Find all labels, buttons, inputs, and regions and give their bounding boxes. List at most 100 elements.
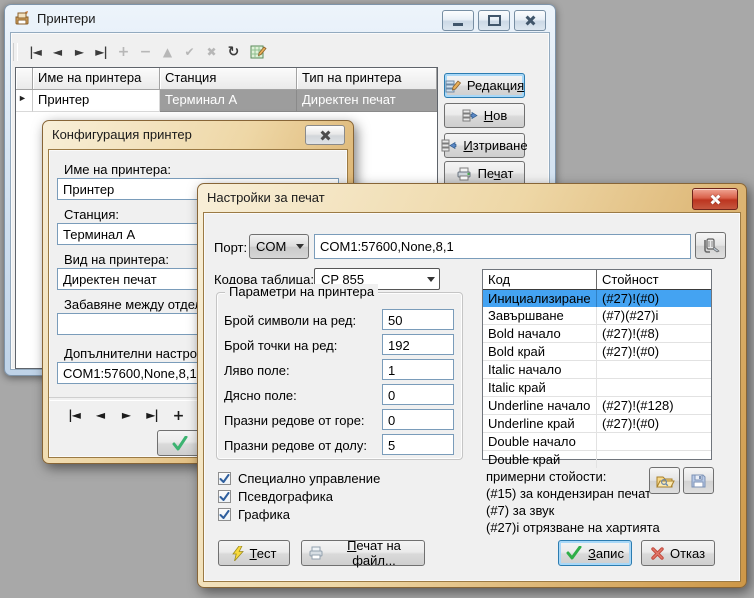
load-codes-button[interactable] bbox=[649, 467, 680, 494]
value-cell[interactable]: (#27)!(#0) bbox=[597, 290, 711, 307]
codes-row[interactable]: Italic край bbox=[483, 379, 711, 397]
port-type-value: COM bbox=[256, 239, 286, 254]
blank-rows-top-input[interactable]: 0 bbox=[382, 409, 454, 430]
config-db-navigator: |◄ ◄ ► ►| + − bbox=[61, 408, 217, 424]
codes-row[interactable]: Underline край (#27)!(#0) bbox=[483, 415, 711, 433]
floppy-save-icon bbox=[690, 473, 707, 489]
graphics-checkbox[interactable]: Графика bbox=[218, 507, 290, 522]
nav-post-icon[interactable]: ✔ bbox=[178, 45, 200, 59]
new-record-button[interactable]: Нов bbox=[444, 103, 525, 128]
codes-row[interactable]: Underline начало (#27)!(#128) bbox=[483, 397, 711, 415]
pseudographics-checkbox[interactable]: Псевдографика bbox=[218, 489, 333, 504]
value-cell[interactable]: (#27)!(#0) bbox=[597, 343, 711, 360]
hint-line: (#7) за звук bbox=[486, 503, 554, 518]
cfg-nav-last-icon[interactable]: ►| bbox=[139, 408, 165, 424]
port-type-select[interactable]: COM bbox=[249, 234, 309, 259]
nav-last-icon[interactable]: ►| bbox=[90, 45, 112, 59]
codes-row[interactable]: Double начало bbox=[483, 433, 711, 451]
codes-row[interactable]: Bold начало (#27)!(#8) bbox=[483, 325, 711, 343]
save-button[interactable]: Запис bbox=[558, 540, 632, 566]
codes-row[interactable]: Завършване (#7)(#27)i bbox=[483, 307, 711, 325]
code-cell[interactable]: Underline край bbox=[483, 415, 597, 432]
delete-icon bbox=[441, 139, 457, 153]
value-cell[interactable] bbox=[597, 451, 711, 468]
port-address-input[interactable]: COM1:57600,None,8,1 bbox=[314, 234, 691, 259]
lightning-icon bbox=[232, 546, 244, 561]
edit-record-button[interactable]: Редакция bbox=[444, 73, 525, 98]
code-cell[interactable]: Underline начало bbox=[483, 397, 597, 414]
config-close-button[interactable] bbox=[305, 125, 345, 145]
cfg-nav-insert-icon[interactable]: + bbox=[165, 408, 191, 424]
codes-row-selected[interactable]: Инициализиране (#27)!(#0) bbox=[483, 290, 711, 307]
dots-per-line-input[interactable]: 192 bbox=[382, 334, 454, 355]
print-to-file-label: Печат на файл... bbox=[330, 538, 418, 568]
nav-insert-icon[interactable]: + bbox=[112, 44, 134, 60]
value-cell[interactable] bbox=[597, 361, 711, 378]
nav-refresh-icon[interactable]: ↻ bbox=[222, 44, 244, 60]
nav-first-icon[interactable]: |◄ bbox=[24, 45, 46, 59]
config-station-label: Станция: bbox=[64, 207, 119, 222]
print-icon bbox=[456, 167, 472, 181]
value-cell[interactable]: (#27)!(#8) bbox=[597, 325, 711, 342]
code-cell[interactable]: Bold начало bbox=[483, 325, 597, 342]
code-cell[interactable]: Инициализиране bbox=[483, 290, 597, 307]
nav-cancel-icon[interactable]: ✖ bbox=[200, 45, 222, 59]
minimize-icon bbox=[453, 23, 463, 26]
cfg-nav-first-icon[interactable]: |◄ bbox=[61, 408, 87, 424]
grid-edit-icon[interactable] bbox=[250, 44, 267, 60]
codes-row[interactable]: Double край bbox=[483, 451, 711, 468]
nav-delete-icon[interactable]: − bbox=[134, 44, 156, 60]
code-cell[interactable]: Italic начало bbox=[483, 361, 597, 378]
print-settings-window: Настройки за печат Порт: COM COM1:57600,… bbox=[197, 183, 747, 588]
cfg-nav-next-icon[interactable]: ► bbox=[113, 408, 139, 424]
code-cell[interactable]: Italic край bbox=[483, 379, 597, 396]
port-label: Порт: bbox=[214, 240, 247, 255]
grid-cell-station[interactable]: Терминал А bbox=[160, 90, 297, 112]
save-codes-button[interactable] bbox=[683, 467, 714, 494]
checkbox-checked-icon bbox=[218, 472, 231, 485]
special-control-checkbox[interactable]: Специално управление bbox=[218, 471, 380, 486]
blank-rows-bottom-input[interactable]: 5 bbox=[382, 434, 454, 455]
close-button[interactable] bbox=[514, 10, 546, 31]
right-margin-label: Дясно поле: bbox=[224, 388, 297, 403]
printers-window-icon bbox=[14, 11, 30, 26]
ok-check-icon bbox=[171, 436, 189, 451]
printers-grid-row[interactable]: ► Принтер Терминал А Директен печат bbox=[16, 90, 437, 112]
check-icon bbox=[566, 546, 582, 560]
test-button[interactable]: Тест bbox=[218, 540, 290, 566]
chars-per-line-label: Брой символи на ред: bbox=[224, 313, 356, 328]
code-cell[interactable]: Double начало bbox=[483, 433, 597, 450]
port-config-button[interactable] bbox=[695, 232, 726, 259]
nav-prior-icon[interactable]: ◄ bbox=[46, 45, 68, 59]
printer-params-group: Параметри на принтера Брой символи на ре… bbox=[216, 292, 463, 460]
value-cell[interactable] bbox=[597, 433, 711, 450]
grid-cell-name[interactable]: Принтер bbox=[33, 90, 160, 112]
nav-next-icon[interactable]: ► bbox=[68, 45, 90, 59]
grid-col-header-station: Станция bbox=[160, 68, 297, 90]
minimize-button[interactable] bbox=[442, 10, 474, 31]
printers-window-title: Принтери bbox=[37, 11, 96, 26]
print-to-file-button[interactable]: Печат на файл... bbox=[301, 540, 425, 566]
code-cell[interactable]: Завършване bbox=[483, 307, 597, 324]
codes-row[interactable]: Bold край (#27)!(#0) bbox=[483, 343, 711, 361]
value-cell[interactable]: (#7)(#27)i bbox=[597, 307, 711, 324]
value-cell[interactable]: (#27)!(#128) bbox=[597, 397, 711, 414]
graphics-label: Графика bbox=[238, 507, 290, 522]
cancel-button[interactable]: Отказ bbox=[641, 540, 715, 566]
left-margin-input[interactable]: 1 bbox=[382, 359, 454, 380]
value-cell[interactable]: (#27)!(#0) bbox=[597, 415, 711, 432]
code-cell[interactable]: Double край bbox=[483, 451, 597, 468]
chars-per-line-input[interactable]: 50 bbox=[382, 309, 454, 330]
code-cell[interactable]: Bold край bbox=[483, 343, 597, 360]
delete-record-button[interactable]: Изтриване bbox=[444, 133, 525, 158]
value-cell[interactable] bbox=[597, 379, 711, 396]
grid-cell-type[interactable]: Директен печат bbox=[297, 90, 437, 112]
right-margin-input[interactable]: 0 bbox=[382, 384, 454, 405]
cfg-nav-prior-icon[interactable]: ◄ bbox=[87, 408, 113, 424]
codes-row[interactable]: Italic начало bbox=[483, 361, 711, 379]
maximize-button[interactable] bbox=[478, 10, 510, 31]
nav-edit-icon[interactable]: ▲ bbox=[156, 45, 178, 59]
new-icon bbox=[462, 109, 478, 123]
settings-close-button[interactable] bbox=[692, 188, 738, 210]
settings-titlebar[interactable]: Настройки за печат bbox=[198, 184, 746, 211]
